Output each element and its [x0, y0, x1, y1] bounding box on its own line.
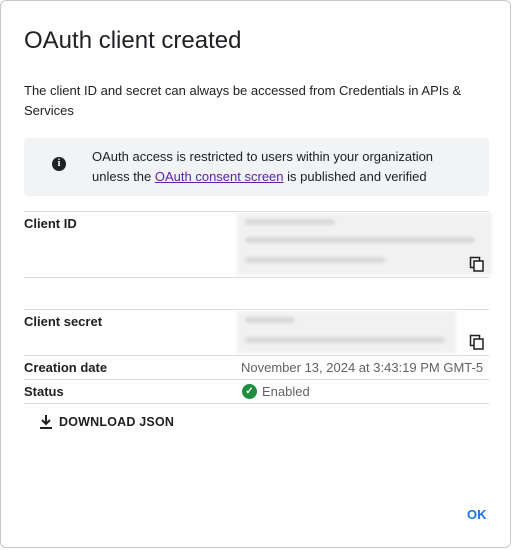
info-banner-text: OAuth access is restricted to users with…	[92, 147, 472, 187]
ok-button[interactable]: OK	[467, 507, 487, 522]
oauth-consent-screen-link[interactable]: OAuth consent screen	[155, 169, 284, 184]
copy-icon	[469, 334, 484, 350]
divider	[24, 379, 489, 380]
info-icon: i	[52, 157, 66, 171]
client-id-label: Client ID	[24, 216, 77, 231]
divider	[24, 355, 489, 356]
copy-icon	[469, 256, 484, 272]
info-text-after: is published and verified	[283, 169, 427, 184]
oauth-client-dialog: OAuth client created The client ID and s…	[0, 0, 511, 548]
creation-date-label: Creation date	[24, 360, 108, 375]
status-value: Enabled	[262, 384, 310, 399]
divider	[24, 309, 489, 310]
divider	[24, 211, 489, 212]
info-banner: i OAuth access is restricted to users wi…	[24, 138, 489, 196]
creation-date-value: November 13, 2024 at 3:43:19 PM GMT-5	[241, 360, 484, 375]
download-json-button[interactable]: DOWNLOAD JSON	[39, 412, 174, 432]
divider	[24, 403, 489, 404]
copy-client-id-button[interactable]	[469, 256, 487, 274]
client-secret-value-redacted	[237, 311, 456, 353]
dialog-title: OAuth client created	[24, 27, 242, 54]
client-secret-label: Client secret	[24, 314, 103, 329]
status-label: Status	[24, 384, 64, 399]
client-id-value-redacted	[237, 213, 492, 275]
check-circle-icon: ✓	[242, 384, 257, 399]
copy-client-secret-button[interactable]	[469, 334, 487, 352]
download-icon	[40, 415, 52, 429]
divider	[24, 277, 489, 278]
download-json-label: DOWNLOAD JSON	[59, 415, 175, 429]
dialog-description: The client ID and secret can always be a…	[24, 83, 462, 118]
